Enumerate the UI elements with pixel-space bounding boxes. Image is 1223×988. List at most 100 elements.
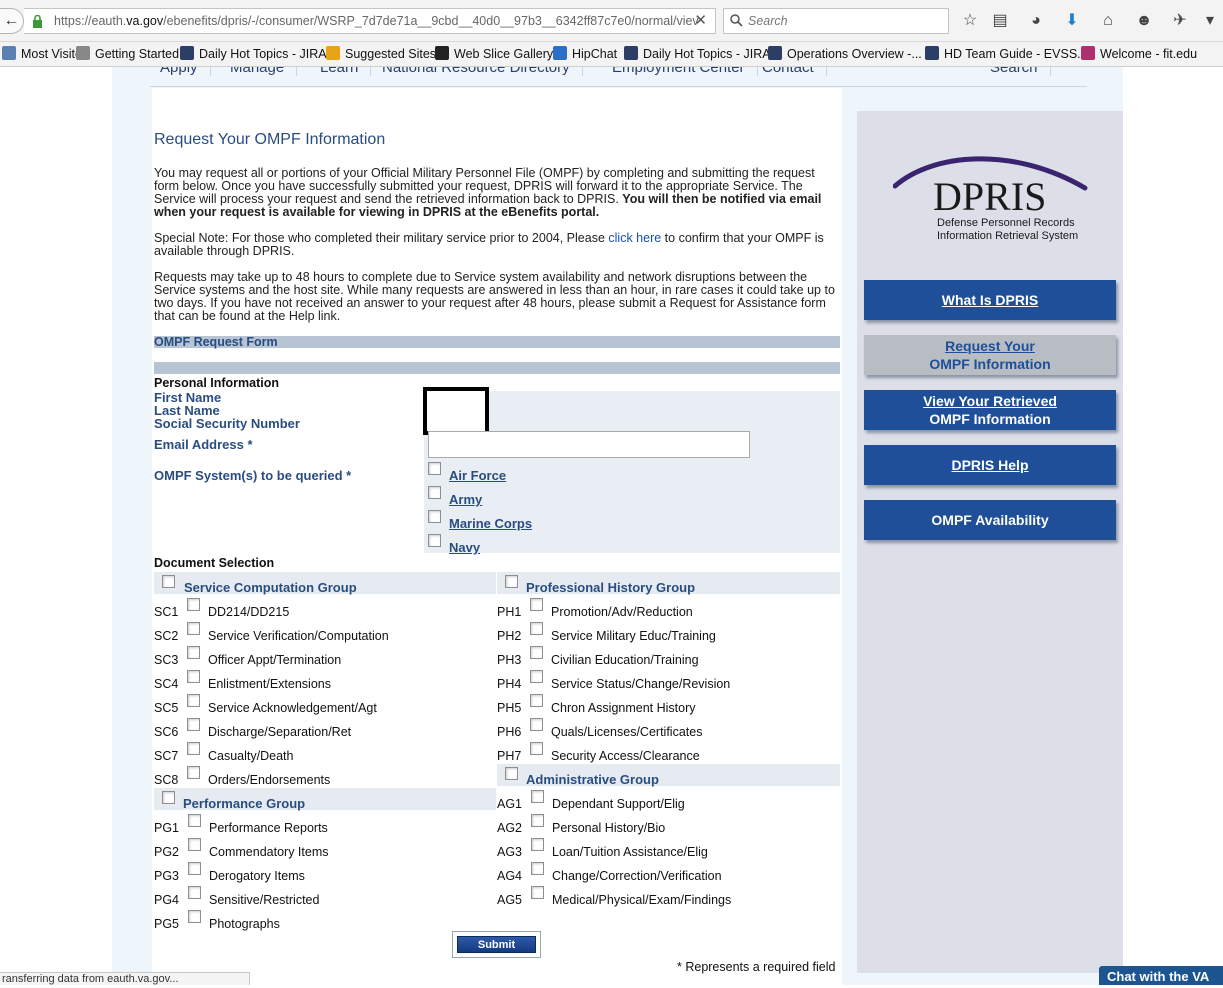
document-checkbox[interactable] [531, 790, 544, 803]
bookmark-item[interactable]: Welcome - fit.edu [1081, 46, 1197, 61]
system-label[interactable]: Marine Corps [449, 516, 532, 531]
document-code: PH2 [497, 629, 522, 643]
submit-frame: Submit [452, 931, 541, 958]
document-checkbox[interactable] [530, 742, 543, 755]
document-label: Derogatory Items [209, 869, 305, 883]
document-checkbox[interactable] [187, 622, 200, 635]
document-checkbox[interactable] [530, 646, 543, 659]
document-checkbox[interactable] [187, 694, 200, 707]
site-top-nav: Apply Manage Learn National Resource Direct… [150, 67, 1087, 87]
document-code: PH1 [497, 605, 522, 619]
group-select-all-checkbox[interactable] [505, 575, 518, 588]
extension-icon[interactable]: ✈ [1170, 11, 1190, 31]
submit-button[interactable]: Submit [457, 936, 536, 953]
system-checkbox[interactable] [428, 534, 441, 547]
email-field[interactable] [428, 431, 750, 458]
bookmark-item[interactable]: Daily Hot Topics - JIRA [624, 46, 771, 61]
chat-with-va-button[interactable]: Chat with the VA [1099, 966, 1223, 985]
document-checkbox[interactable] [531, 814, 544, 827]
menu-icon[interactable]: ▾ [1200, 11, 1220, 31]
document-checkbox[interactable] [187, 766, 200, 779]
top-nav-item[interactable]: Contact [762, 67, 827, 76]
document-code: PG3 [154, 869, 180, 883]
document-code: PH3 [497, 653, 522, 667]
system-checkbox[interactable] [428, 462, 441, 475]
document-checkbox[interactable] [188, 910, 201, 923]
view-retrieved-ompf-button[interactable]: View Your Retrieved OMPF Information [864, 390, 1116, 430]
bookmark-star-icon[interactable]: ☆ [960, 11, 980, 31]
document-checkbox[interactable] [531, 838, 544, 851]
bookmarks-toolbar: Most Visited Getting Started Daily Hot Top… [0, 42, 1223, 67]
bookmark-item[interactable]: Daily Hot Topics - JIRA [180, 46, 327, 61]
document-checkbox[interactable] [531, 886, 544, 899]
document-label: Service Verification/Computation [208, 629, 389, 643]
back-button[interactable]: ← [0, 8, 24, 34]
download-icon[interactable]: ⬇ [1062, 11, 1082, 31]
document-label: Quals/Licenses/Certificates [551, 725, 703, 739]
bookmark-item[interactable]: HD Team Guide - EVSS... [925, 46, 1088, 61]
chat-icon[interactable]: ☻ [1134, 11, 1154, 31]
document-checkbox[interactable] [187, 742, 200, 755]
bookmark-item[interactable]: Getting Started [76, 46, 179, 61]
browser-search-input[interactable]: Search [723, 8, 949, 34]
document-checkbox[interactable] [188, 814, 201, 827]
bookmark-icon [624, 46, 638, 60]
system-label[interactable]: Air Force [449, 468, 506, 483]
bookmark-item[interactable]: Operations Overview -... [768, 46, 922, 61]
document-checkbox[interactable] [530, 718, 543, 731]
group-select-all-checkbox[interactable] [162, 791, 175, 804]
document-label: Service Military Educ/Training [551, 629, 716, 643]
what-is-dpris-button[interactable]: What Is DPRIS [864, 280, 1116, 320]
document-checkbox[interactable] [530, 622, 543, 635]
document-code: SC3 [154, 653, 179, 667]
bookmark-item[interactable]: Suggested Sites [326, 46, 436, 61]
request-ompf-button[interactable]: Request Your OMPF Information [864, 335, 1116, 375]
document-label: Loan/Tuition Assistance/Elig [552, 845, 708, 859]
document-checkbox[interactable] [531, 862, 544, 875]
document-code: SC7 [154, 749, 179, 763]
top-nav-item[interactable]: Manage [230, 67, 298, 76]
dpris-logo: DPRIS Defense Personnel Records Informat… [893, 156, 1088, 242]
group-label: Professional History Group [526, 580, 696, 595]
document-label: Security Access/Clearance [551, 749, 700, 763]
group-select-all-checkbox[interactable] [505, 767, 518, 780]
system-label[interactable]: Navy [449, 540, 480, 555]
group-select-all-checkbox[interactable] [162, 575, 175, 588]
system-label[interactable]: Army [449, 492, 482, 507]
top-nav-item[interactable]: National Resource Directory [382, 67, 583, 76]
bookmark-icon [76, 46, 90, 60]
document-checkbox[interactable] [530, 670, 543, 683]
dpris-help-button[interactable]: DPRIS Help [864, 445, 1116, 485]
bookmark-item[interactable]: HipChat [553, 46, 617, 61]
top-nav-item[interactable]: Employment Center [612, 67, 758, 76]
top-nav-item[interactable]: Search [990, 67, 1051, 76]
system-checkbox[interactable] [428, 486, 441, 499]
bookmark-item[interactable]: Web Slice Gallery [435, 46, 553, 61]
document-checkbox[interactable] [188, 862, 201, 875]
intro-paragraph-2: Special Note: For those who completed th… [154, 232, 840, 258]
bookmark-label: Daily Hot Topics - JIRA [199, 47, 327, 61]
system-checkbox[interactable] [428, 510, 441, 523]
top-nav-item[interactable]: Learn [320, 67, 372, 76]
pocket-icon[interactable]: ◕ [1026, 11, 1046, 31]
top-nav-item[interactable]: Apply [160, 67, 211, 76]
document-label: Personal History/Bio [552, 821, 666, 835]
bookmark-icon [925, 46, 939, 60]
url-bar[interactable]: https://eauth.va.gov/ebenefits/dpris/-/c… [24, 8, 716, 34]
document-checkbox[interactable] [187, 598, 200, 611]
ompf-availability-button[interactable]: OMPF Availability [864, 500, 1116, 540]
document-code: AG3 [497, 845, 523, 859]
document-checkbox[interactable] [187, 646, 200, 659]
clear-url-icon[interactable]: ✕ [694, 9, 707, 33]
document-checkbox[interactable] [187, 670, 200, 683]
document-checkbox[interactable] [188, 838, 201, 851]
document-checkbox[interactable] [530, 694, 543, 707]
reading-list-icon[interactable]: ▤ [990, 11, 1010, 31]
document-checkbox[interactable] [188, 886, 201, 899]
document-checkbox[interactable] [187, 718, 200, 731]
document-code: PH5 [497, 701, 522, 715]
document-label: Chron Assignment History [551, 701, 696, 715]
home-icon[interactable]: ⌂ [1098, 11, 1118, 31]
click-here-link[interactable]: click here [608, 231, 661, 245]
document-checkbox[interactable] [530, 598, 543, 611]
